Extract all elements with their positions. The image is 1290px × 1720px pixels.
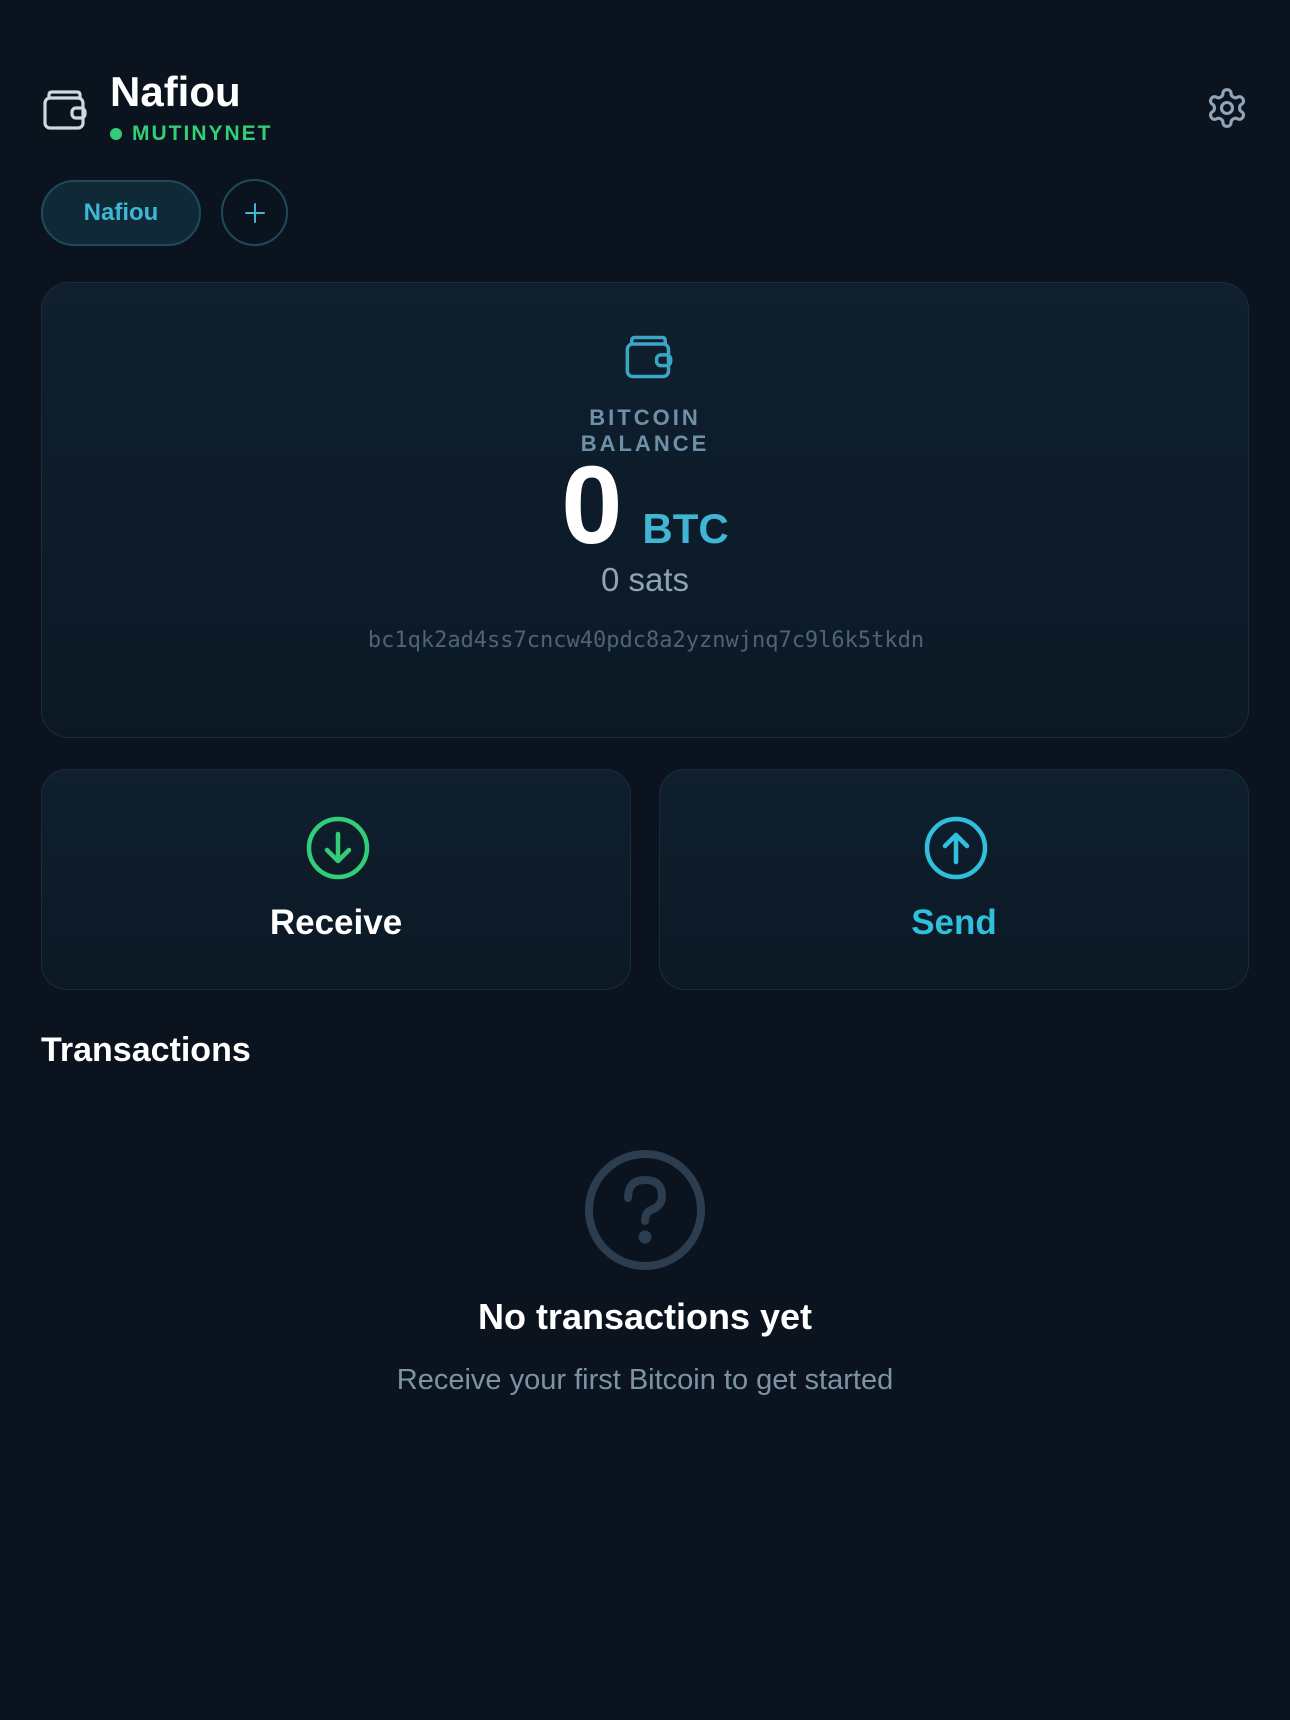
network-label: MUTINYNET xyxy=(132,122,273,145)
tab-wallet-nafiou[interactable]: Nafiou xyxy=(41,179,201,246)
arrow-down-circle-icon xyxy=(306,816,370,880)
balance-amount: 0 xyxy=(561,444,623,567)
wallet-title: Nafiou xyxy=(110,68,241,115)
send-button[interactable]: Send xyxy=(659,769,1249,990)
receive-label: Receive xyxy=(269,903,403,942)
empty-state-subtitle: Receive your first Bitcoin to get starte… xyxy=(396,1364,894,1396)
question-circle-icon xyxy=(585,1150,705,1270)
balance-sats: 0 sats xyxy=(600,561,690,598)
wallet-icon xyxy=(625,335,673,379)
wallet-icon xyxy=(43,90,87,130)
app-header: Nafiou MUTINYNET xyxy=(41,66,1249,156)
send-label: Send xyxy=(911,903,997,942)
transactions-heading: Transactions xyxy=(41,1031,251,1069)
wallet-tabs: Nafiou xyxy=(41,179,288,246)
balance-amount-row: 0 BTC xyxy=(42,451,1248,561)
balance-card: BITCOIN BALANCE 0 BTC 0 sats bc1qk2ad4ss… xyxy=(41,282,1249,738)
receive-button[interactable]: Receive xyxy=(41,769,631,990)
arrow-up-circle-icon xyxy=(924,816,988,880)
plus-icon xyxy=(244,202,265,223)
balance-label: BITCOIN BALANCE xyxy=(42,405,1248,457)
network-indicator: MUTINYNET xyxy=(110,122,273,146)
network-status-dot xyxy=(110,128,122,140)
balance-unit: BTC xyxy=(642,505,729,552)
wallet-address[interactable]: bc1qk2ad4ss7cncw40pdc8a2yznwjnq7c9l6k5tk… xyxy=(362,627,930,654)
add-wallet-button[interactable] xyxy=(221,179,288,246)
balance-label-line1: BITCOIN xyxy=(589,405,701,430)
gear-icon[interactable] xyxy=(1205,86,1249,130)
empty-state-title: No transactions yet xyxy=(477,1296,813,1337)
